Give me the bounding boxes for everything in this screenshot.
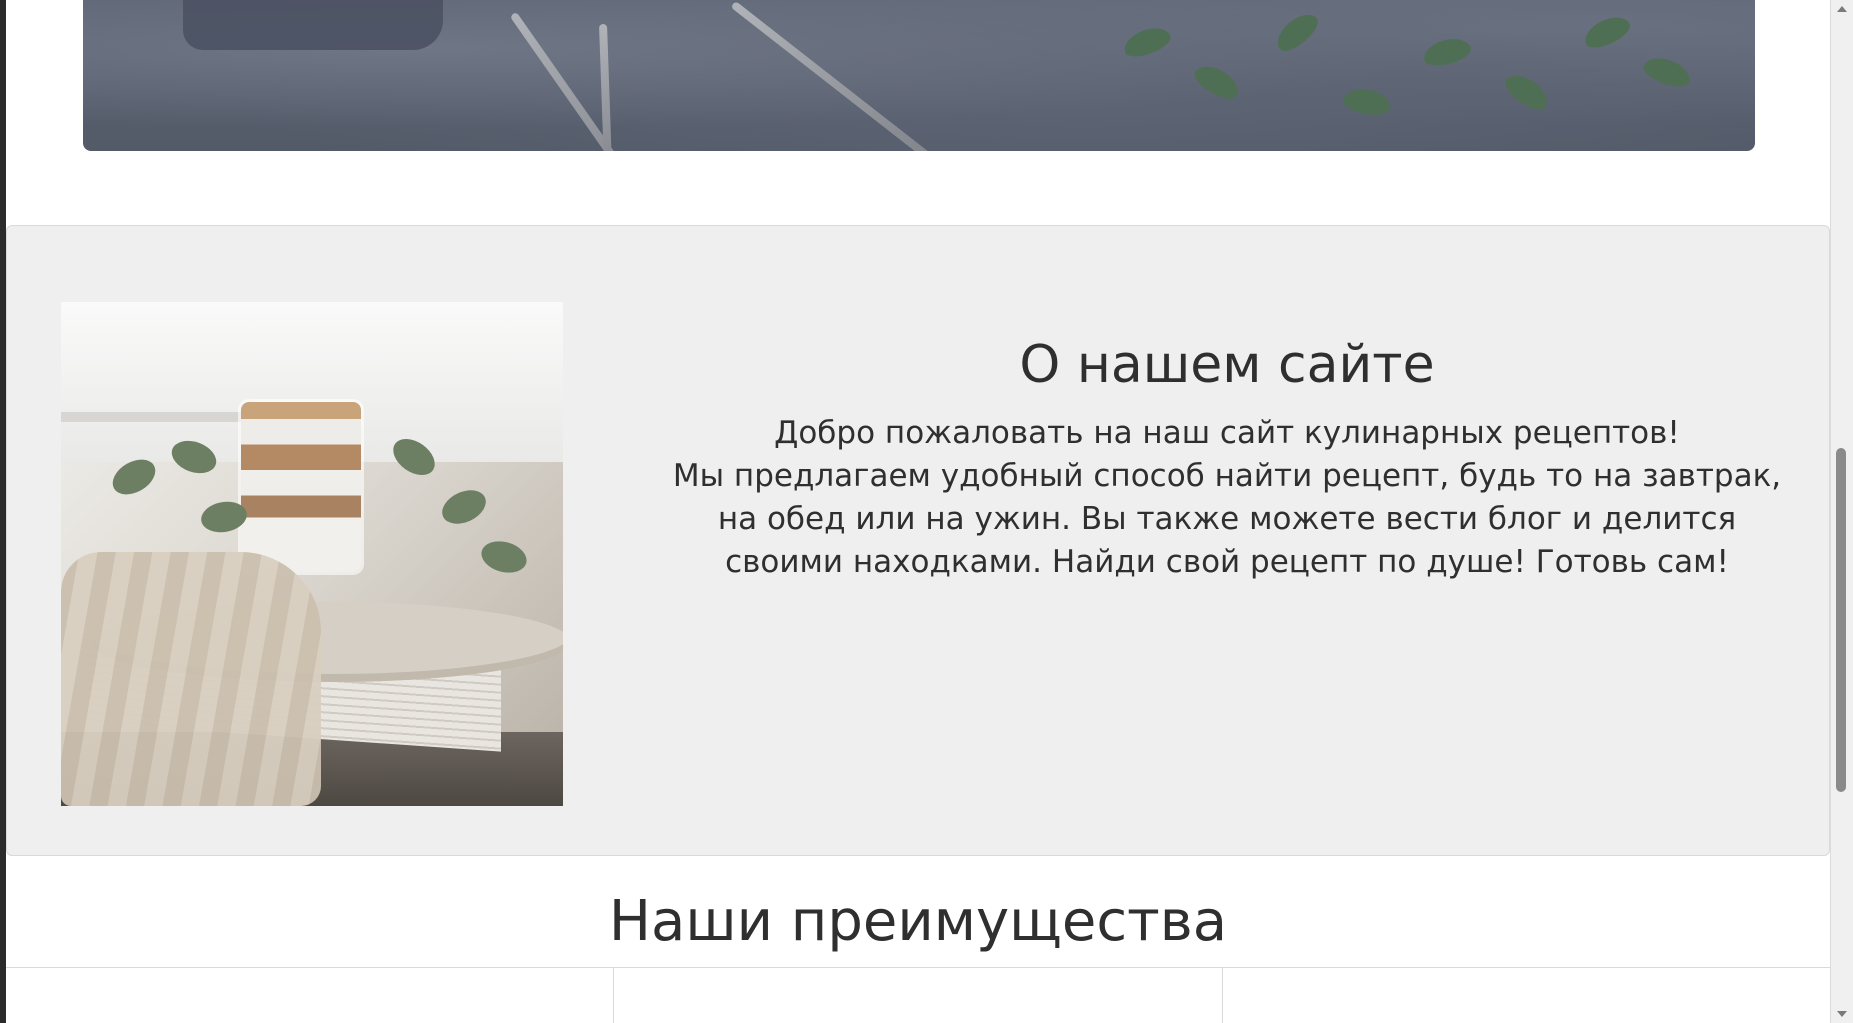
hero-fork-3 (730, 0, 941, 151)
scrollbar-thumb[interactable] (1836, 448, 1846, 792)
advantages-cards (6, 967, 1830, 1023)
photo-napkin (61, 552, 321, 806)
about-line: Мы предлагаем удобный способ найти рецеп… (672, 457, 1782, 494)
advantages-title: Наши преимущества (608, 889, 1228, 954)
about-title: О нашем сайте (1019, 335, 1435, 395)
about-line: на обед или на ужин. Вы также можете вес… (717, 500, 1737, 537)
advantage-card (614, 968, 1223, 1023)
photo-eucalyptus-leaf (436, 483, 492, 531)
hero-leaf (1420, 34, 1474, 70)
hero-napkin-shape (183, 0, 443, 50)
about-photo (61, 302, 563, 806)
hero-leaf (1120, 22, 1174, 62)
hero-fork-1 (509, 11, 649, 151)
about-section: О нашем сайте Добро пожаловать на наш са… (6, 225, 1830, 856)
chevron-up-icon[interactable] (1837, 6, 1847, 12)
about-line: Добро пожаловать на наш сайт кулинарных … (774, 414, 1680, 451)
about-line: своими находками. Найди свой рецепт по д… (725, 543, 1729, 580)
hero-leaf (1190, 59, 1244, 105)
about-text-block: О нашем сайте Добро пожаловать на наш са… (627, 335, 1827, 584)
vertical-scrollbar[interactable] (1830, 0, 1853, 1023)
hero-image (83, 0, 1755, 151)
hero-leaf (1270, 7, 1324, 57)
hero-leaf (1580, 10, 1634, 54)
page-viewport: О нашем сайте Добро пожаловать на наш са… (6, 0, 1830, 1023)
chevron-down-icon[interactable] (1837, 1011, 1847, 1017)
advantage-card (1222, 968, 1830, 1023)
photo-parfait-glass (241, 402, 361, 572)
hero-leaf (1640, 52, 1694, 92)
photo-eucalyptus-leaf (477, 536, 531, 578)
advantage-card (6, 968, 615, 1023)
hero-leaf (1341, 86, 1393, 118)
hero-leaf (1500, 68, 1554, 116)
